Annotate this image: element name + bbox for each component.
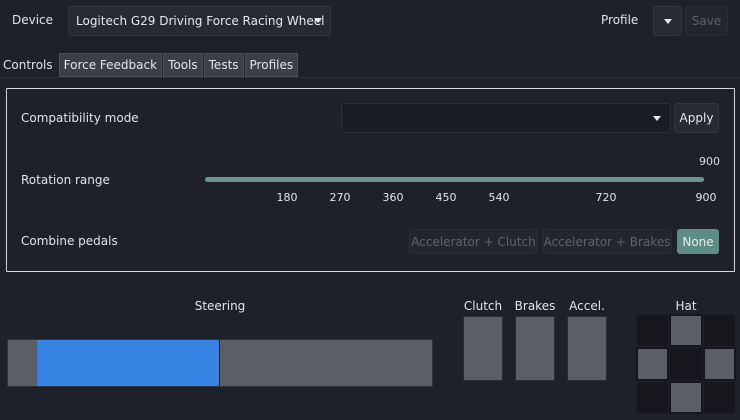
- tab-divider: [0, 77, 740, 78]
- hat-label: Hat: [675, 299, 697, 313]
- rotation-tick: 450: [435, 191, 457, 204]
- chevron-down-icon: [314, 18, 322, 23]
- device-label: Device: [12, 13, 54, 27]
- compat-mode-select[interactable]: [341, 103, 671, 133]
- rotation-tick: 180: [276, 191, 298, 204]
- accel-label: Accel.: [569, 299, 605, 313]
- rotation-tick: 540: [488, 191, 510, 204]
- rotation-range-label: Rotation range: [21, 173, 110, 187]
- brakes-label: Brakes: [514, 299, 556, 313]
- accel-gauge: [567, 316, 607, 381]
- hat-up: [669, 314, 703, 348]
- hat-down: [669, 380, 703, 414]
- chevron-down-icon: [664, 19, 672, 24]
- profile-label: Profile: [601, 13, 639, 27]
- steering-fill: [37, 340, 220, 386]
- clutch-label: Clutch: [463, 299, 503, 313]
- tab-controls[interactable]: Controls: [0, 53, 58, 77]
- rotation-tick: 360: [382, 191, 404, 204]
- hat-cell: [702, 314, 736, 348]
- rotation-range-slider[interactable]: [205, 177, 704, 182]
- combine-accel-clutch-button[interactable]: Accelerator + Clutch: [409, 229, 538, 254]
- save-button[interactable]: Save: [685, 6, 728, 36]
- hat-right: [702, 347, 736, 381]
- rotation-tick: 270: [329, 191, 351, 204]
- hat-left: [636, 347, 670, 381]
- combine-accel-brakes-button[interactable]: Accelerator + Brakes: [542, 229, 672, 254]
- compat-mode-label: Compatibility mode: [21, 111, 139, 125]
- steering-gauge: [7, 339, 433, 387]
- tab-profiles[interactable]: Profiles: [244, 53, 299, 77]
- brakes-gauge: [515, 316, 555, 381]
- hat-center: [669, 347, 703, 381]
- tab-tools[interactable]: Tools: [163, 53, 203, 77]
- clutch-gauge: [463, 316, 503, 381]
- combine-none-button[interactable]: None: [677, 229, 719, 254]
- chevron-down-icon: [653, 116, 661, 121]
- tab-tests[interactable]: Tests: [203, 53, 244, 77]
- profile-menu-button[interactable]: [653, 6, 682, 36]
- rotation-tick: 720: [595, 191, 617, 204]
- rotation-range-value: 900: [699, 155, 720, 168]
- rotation-range-fill: [205, 177, 704, 182]
- tab-bar: Controls Force Feedback Tools Tests Prof…: [0, 53, 299, 77]
- apply-button[interactable]: Apply: [674, 103, 719, 133]
- hat-cell: [702, 380, 736, 414]
- hat-cell: [636, 380, 670, 414]
- combine-pedals-label: Combine pedals: [21, 234, 118, 248]
- device-select[interactable]: Logitech G29 Driving Force Racing Wheel: [68, 6, 331, 36]
- hat-cell: [636, 314, 670, 348]
- steering-label: Steering: [194, 299, 246, 313]
- tab-force-feedback[interactable]: Force Feedback: [58, 53, 163, 77]
- hat-indicator: [636, 314, 736, 414]
- rotation-tick: 900: [695, 191, 717, 204]
- device-select-value: Logitech G29 Driving Force Racing Wheel: [76, 14, 325, 28]
